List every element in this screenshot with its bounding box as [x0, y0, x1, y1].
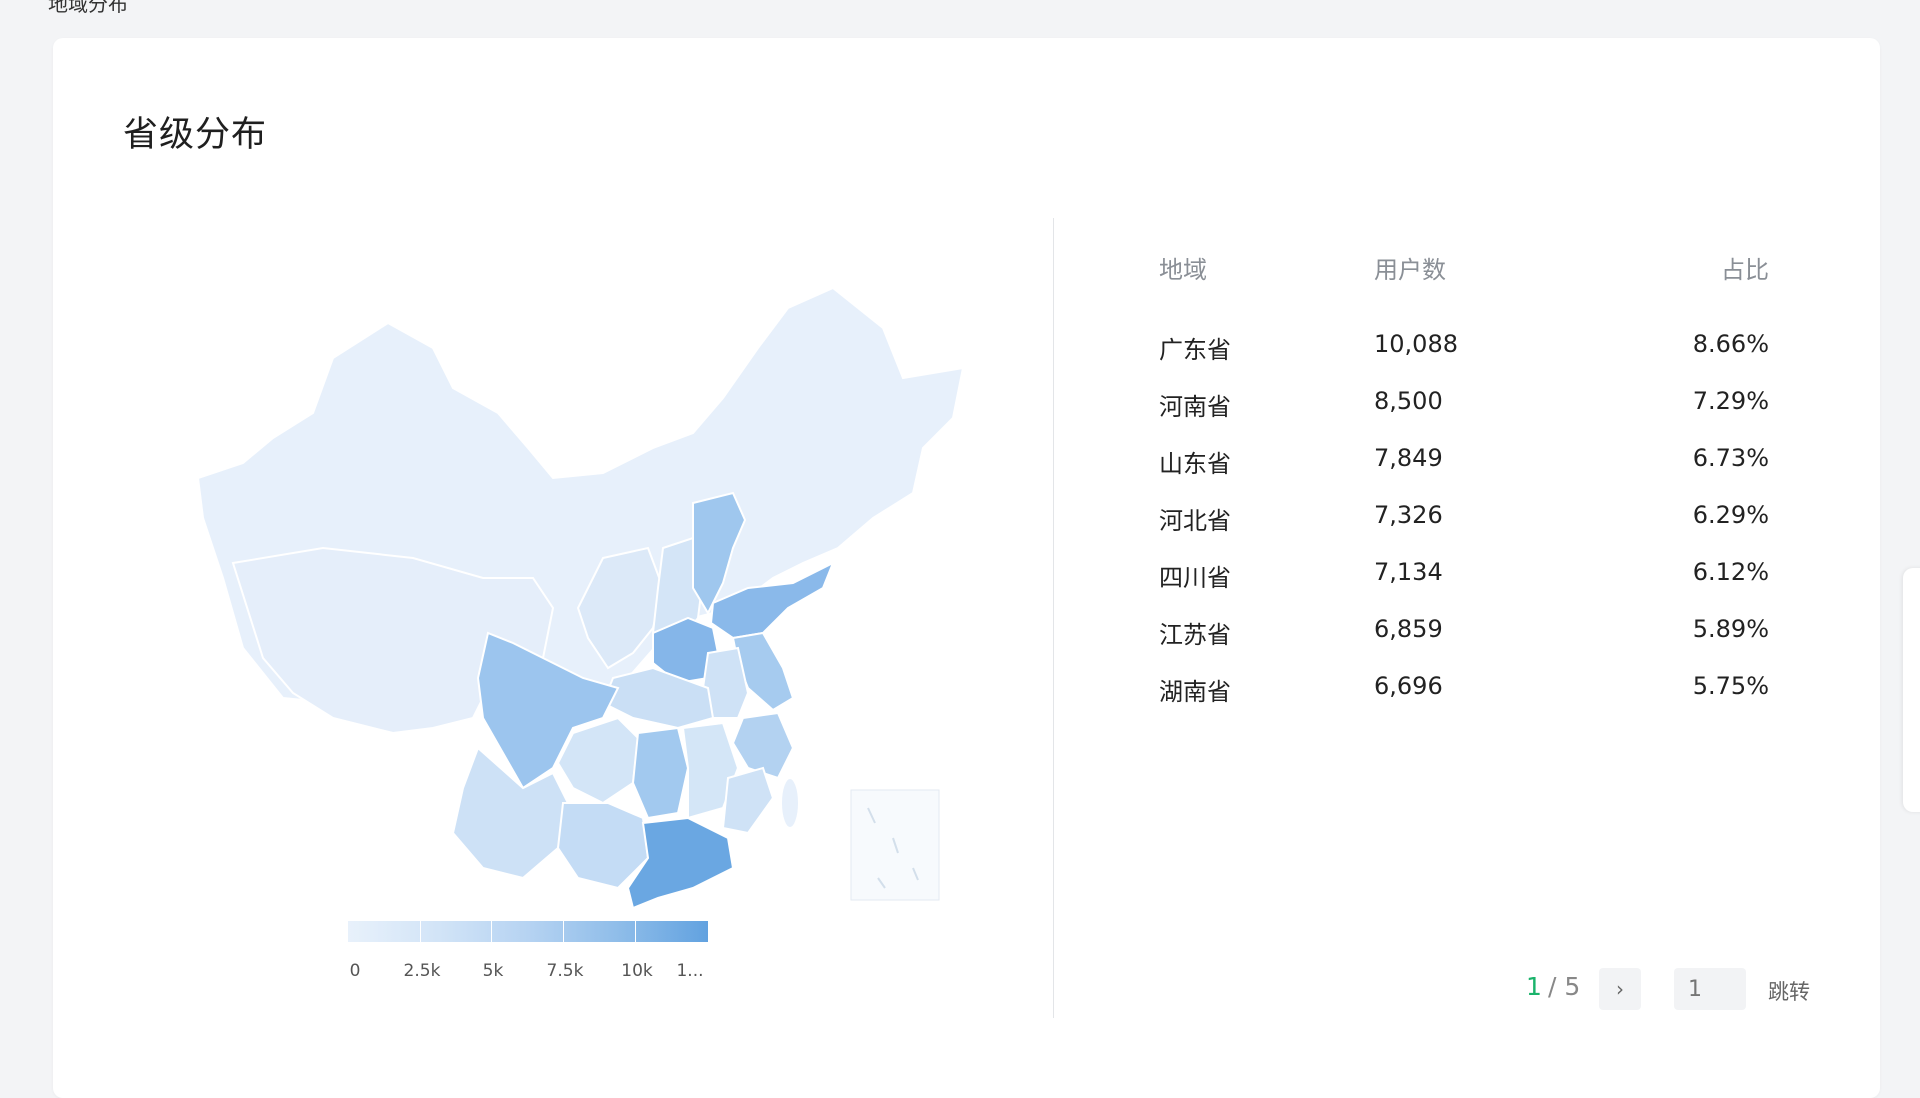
map-svg	[196, 286, 965, 940]
users-cell: 7,326	[1374, 501, 1443, 529]
side-panel-handle[interactable]	[1903, 568, 1920, 812]
column-header-region: 地域	[1159, 256, 1207, 284]
table-row: 湖南省 6,696 5.75%	[1159, 672, 1769, 712]
share-cell: 5.75%	[1692, 672, 1769, 700]
share-cell: 6.12%	[1692, 558, 1769, 586]
color-legend: 0 2.5k 5k 7.5k 10k 1...	[348, 921, 710, 991]
users-cell: 6,696	[1374, 672, 1443, 700]
breadcrumb: 地域分布	[48, 0, 128, 16]
region-cell: 江苏省	[1159, 621, 1231, 649]
table-row: 广东省 10,088 8.66%	[1159, 330, 1769, 370]
map-region-guangdong[interactable]	[626, 816, 735, 910]
legend-divider	[563, 921, 564, 942]
page-total: / 5	[1548, 972, 1581, 1001]
region-cell: 湖南省	[1159, 678, 1231, 706]
table-row: 山东省 7,849 6.73%	[1159, 444, 1769, 484]
share-cell: 5.89%	[1692, 615, 1769, 643]
users-cell: 10,088	[1374, 330, 1458, 358]
share-cell: 7.29%	[1692, 387, 1769, 415]
share-cell: 6.73%	[1692, 444, 1769, 472]
region-cell: 山东省	[1159, 450, 1231, 478]
jump-button[interactable]: 跳转	[1768, 976, 1810, 1006]
users-cell: 7,849	[1374, 444, 1443, 472]
legend-tick: 7.5k	[546, 961, 584, 981]
page-jump-input[interactable]	[1674, 968, 1746, 1010]
map-region-taiwan[interactable]	[780, 777, 800, 829]
legend-tick: 2.5k	[403, 961, 441, 981]
table-row: 江苏省 6,859 5.89%	[1159, 615, 1769, 655]
column-header-share: 占比	[1721, 256, 1769, 284]
map-region-fujian[interactable]	[721, 766, 775, 835]
china-choropleth-map	[133, 248, 1013, 940]
legend-divider	[635, 921, 636, 942]
next-page-button[interactable]: ›	[1599, 968, 1641, 1010]
legend-tick: 1...	[676, 961, 704, 981]
column-header-users: 用户数	[1374, 256, 1446, 284]
users-cell: 8,500	[1374, 387, 1443, 415]
region-cell: 河南省	[1159, 393, 1231, 421]
legend-tick: 5k	[482, 961, 504, 981]
table-row: 河北省 7,326 6.29%	[1159, 501, 1769, 541]
legend-gradient-bar	[348, 921, 708, 942]
legend-divider	[420, 921, 421, 942]
table-row: 四川省 7,134 6.12%	[1159, 558, 1769, 598]
users-cell: 6,859	[1374, 615, 1443, 643]
chevron-right-icon: ›	[1616, 977, 1624, 1001]
pagination: 1 / 5 › 跳转	[1526, 968, 1886, 1012]
page-title: 省级分布	[123, 115, 268, 155]
legend-tick: 0	[349, 961, 361, 981]
legend-tick: 10k	[621, 961, 653, 981]
province-distribution-card: 省级分布 0 2.5k 5k 7.5k 10k 1... 地域 用户数 占比 广…	[53, 38, 1880, 1098]
region-cell: 四川省	[1159, 564, 1231, 592]
vertical-divider	[1053, 218, 1054, 1018]
share-cell: 8.66%	[1692, 330, 1769, 358]
map-region-hunan[interactable]	[631, 726, 690, 820]
region-cell: 河北省	[1159, 507, 1231, 535]
table-row: 河南省 8,500 7.29%	[1159, 387, 1769, 427]
current-page: 1	[1526, 972, 1542, 1001]
map-region-guangxi[interactable]	[556, 802, 650, 890]
region-cell: 广东省	[1159, 336, 1231, 364]
users-cell: 7,134	[1374, 558, 1443, 586]
share-cell: 6.29%	[1692, 501, 1769, 529]
legend-divider	[491, 921, 492, 942]
